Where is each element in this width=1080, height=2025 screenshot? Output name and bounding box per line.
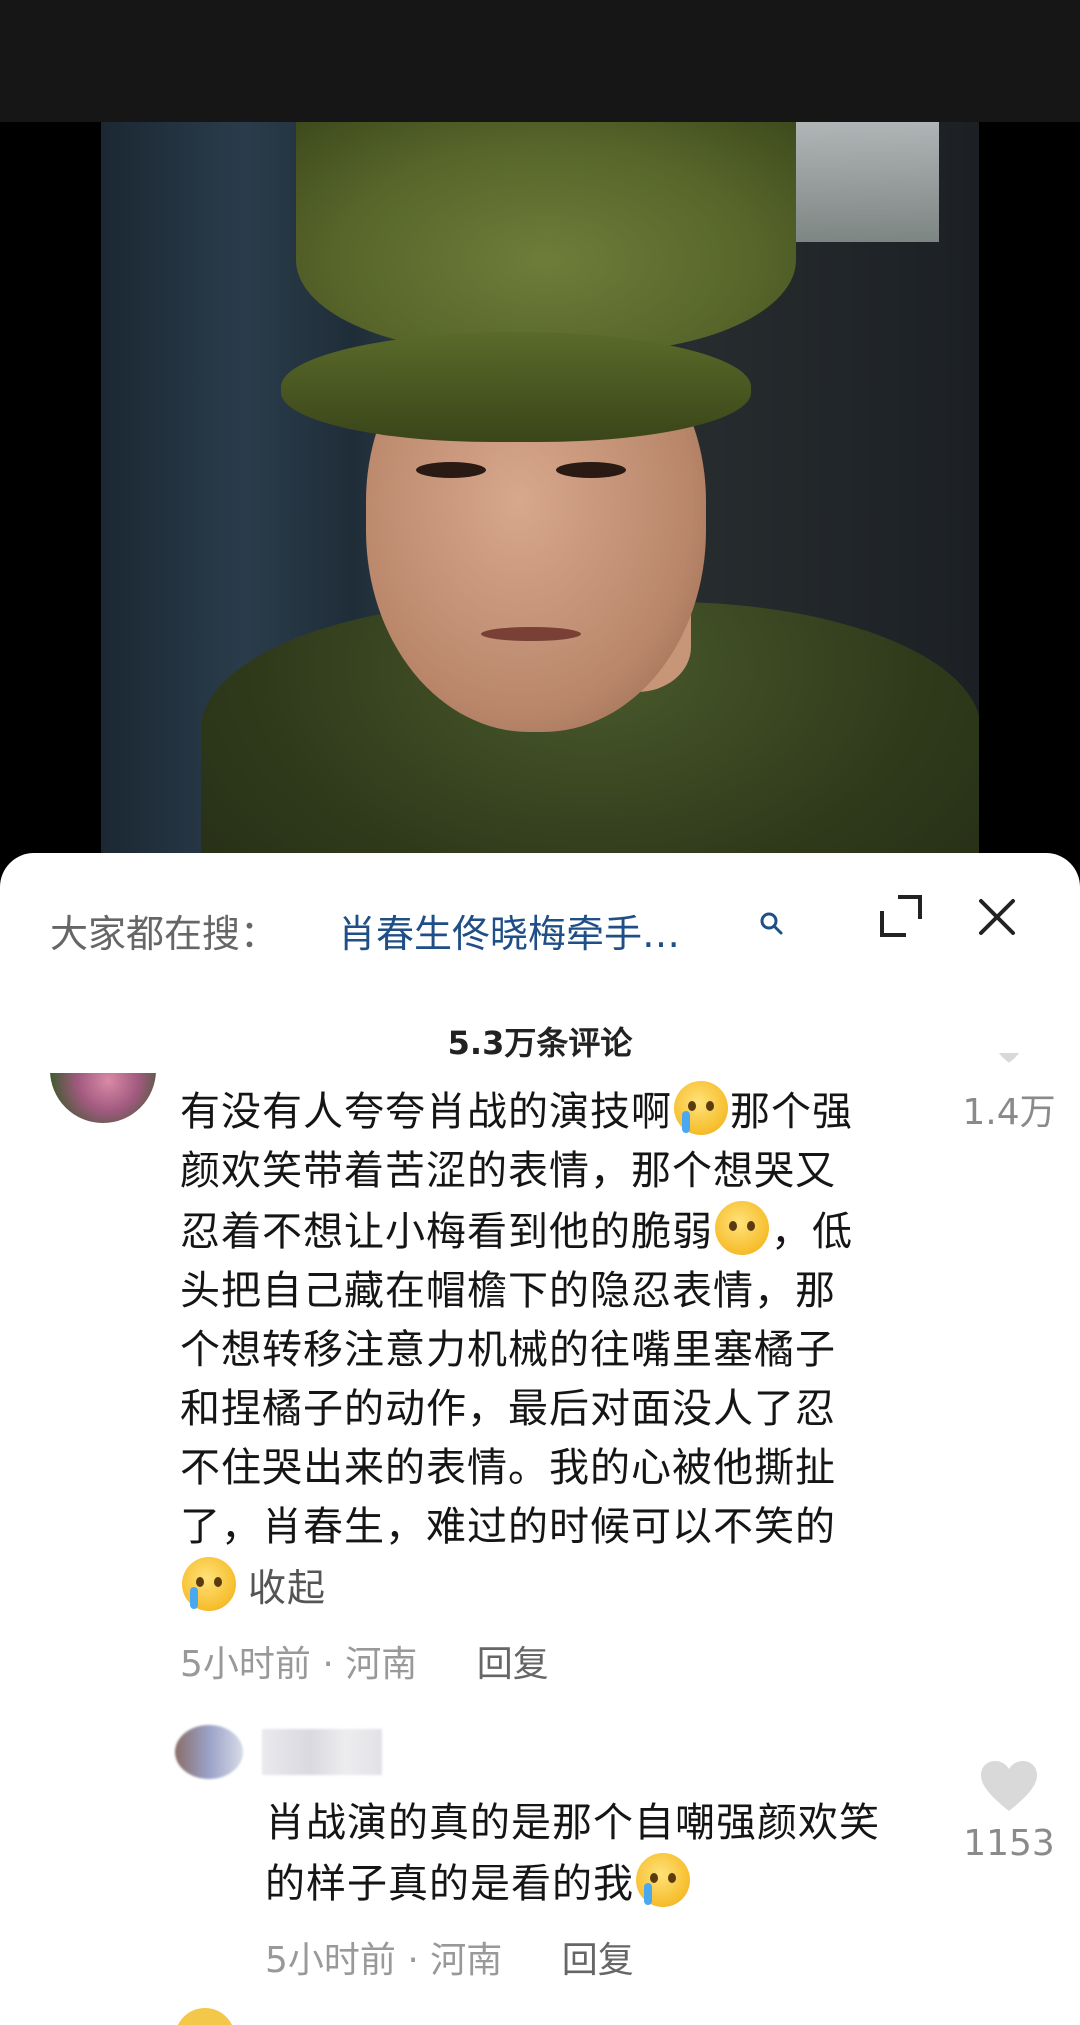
comment-line: 和捏橘子的动作，最后对面没人了忍 [180, 1386, 836, 1432]
reply-time: 5小时前 [265, 1940, 396, 1981]
reply-username[interactable] [262, 1729, 382, 1775]
reply-meta: 5小时前 · 河南 回复 [265, 1940, 634, 1981]
video-player[interactable] [0, 122, 1080, 882]
like-button[interactable]: 1.4万 [954, 1053, 1064, 1135]
reply-button[interactable]: 回复 [477, 1644, 549, 1685]
like-count: 1.4万 [962, 1092, 1056, 1133]
heart-icon [981, 1761, 1037, 1811]
loudly-crying-face-icon [674, 1081, 728, 1135]
reply-line: 的样子真的是看的我 [265, 1861, 634, 1907]
comment-sheet: 大家都在搜： 肖春生佟晓梅牵手… 5.3万条评论 有没有人夸夸肖战的演技啊 那个强… [0, 853, 1080, 2025]
comment-line: 头把自己藏在帽檐下的隐忍表情，那 [180, 1268, 836, 1314]
loudly-crying-face-icon [636, 1853, 690, 1907]
comment-line: 颜欢笑带着苦涩的表情，那个想哭又 [180, 1148, 836, 1194]
comment-body: 有没有人夸夸肖战的演技啊 那个强 颜欢笑带着苦涩的表情，那个想哭又 忍着不想让小梅… [180, 1081, 940, 1618]
comment-count-title: 5.3万条评论 [447, 1024, 633, 1062]
close-icon[interactable] [975, 895, 1019, 939]
like-count: 1153 [963, 1823, 1055, 1864]
reply-avatar[interactable] [175, 1725, 243, 1779]
comment-line: 个想转移注意力机械的往嘴里塞橘子 [180, 1327, 836, 1373]
comment-line: 了，肖春生，难过的时候可以不笑的 [180, 1504, 836, 1550]
comment-location: 河南 [345, 1644, 418, 1685]
right-eye [556, 462, 626, 478]
reply-like-button[interactable]: 1153 [954, 1759, 1064, 1864]
search-suggestion-link[interactable]: 肖春生佟晓梅牵手… [338, 903, 680, 958]
comment-line: 不住哭出来的表情。我的心被他撕扯 [180, 1445, 836, 1491]
comment-time: 5小时前 [180, 1644, 311, 1685]
search-prefix-label: 大家都在搜： [50, 912, 279, 956]
left-eye [416, 462, 486, 478]
crying-face-icon [182, 1557, 236, 1611]
comment-meta: 5小时前 · 河南 回复 [180, 1644, 549, 1685]
reply-reply-button[interactable]: 回复 [562, 1940, 634, 1981]
mouth [481, 627, 581, 641]
status-bar-area [0, 0, 1080, 122]
next-comment-avatar [175, 2008, 235, 2025]
comment-line: ，低 [771, 1209, 853, 1255]
army-cap [296, 122, 796, 352]
comment-line: 有没有人夸夸肖战的演技啊 [180, 1089, 672, 1135]
pleading-face-icon [715, 1201, 769, 1255]
search-suggestion-bar[interactable]: 大家都在搜： 肖春生佟晓梅牵手… [0, 853, 1080, 973]
reply-location: 河南 [430, 1940, 503, 1981]
expand-icon[interactable] [878, 893, 924, 939]
comment-line: 那个强 [730, 1089, 853, 1135]
search-icon[interactable] [758, 910, 784, 936]
reply-body: 肖战演的真的是那个自嘲强颜欢笑 的样子真的是看的我 [265, 1793, 965, 1914]
collapse-button[interactable]: 收起 [248, 1566, 326, 1610]
heart-icon [998, 1053, 1020, 1063]
avatar[interactable] [50, 1073, 156, 1123]
video-frame [101, 122, 979, 882]
reply-line: 肖战演的真的是那个自嘲强颜欢笑 [265, 1800, 880, 1846]
comment-line: 忍着不想让小梅看到他的脆弱 [180, 1209, 713, 1255]
cap-brim [281, 332, 751, 442]
